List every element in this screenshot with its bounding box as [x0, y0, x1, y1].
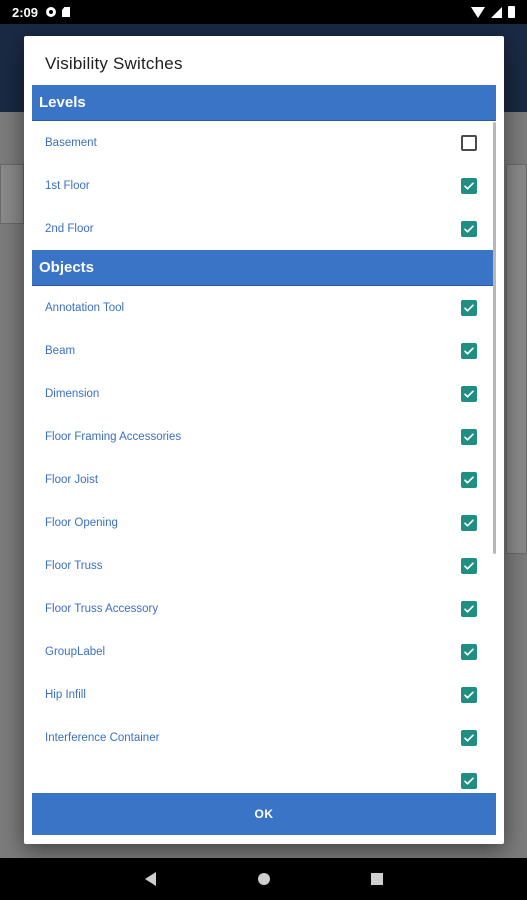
background-panel-left	[0, 164, 24, 224]
navigation-bar	[0, 858, 527, 900]
visibility-row[interactable]: 1st Floor	[32, 164, 496, 207]
visibility-row-label: Floor Truss Accessory	[45, 602, 159, 615]
section-header-objects: Objects	[32, 250, 496, 286]
visibility-row-label: Floor Joist	[45, 473, 99, 486]
visibility-row[interactable]: Floor Truss Accessory	[32, 587, 496, 630]
checked-checkbox[interactable]	[461, 471, 477, 488]
sdcard-icon	[62, 7, 71, 17]
visibility-row[interactable]: 2nd Floor	[32, 207, 496, 250]
visibility-row-label: Floor Opening	[45, 516, 118, 529]
visibility-row[interactable]: Interference Container	[32, 716, 496, 759]
visibility-row[interactable]: Floor Opening	[32, 501, 496, 544]
visibility-row-label: Basement	[45, 136, 97, 149]
visibility-row-label: Floor Truss	[45, 559, 103, 572]
status-time: 2:09	[12, 4, 39, 20]
visibility-row[interactable]: Beam	[32, 329, 496, 372]
scrollbar[interactable]	[493, 122, 496, 554]
unchecked-checkbox[interactable]	[461, 134, 477, 151]
visibility-row-label: Dimension	[45, 387, 100, 400]
visibility-row-label: 2nd Floor	[45, 222, 94, 235]
checked-checkbox[interactable]	[461, 686, 477, 703]
visibility-row[interactable]: Dimension	[32, 372, 496, 415]
visibility-row-label: Beam	[45, 344, 76, 357]
checked-checkbox[interactable]	[461, 729, 477, 746]
recents-icon[interactable]	[371, 873, 383, 885]
visibility-row[interactable]: Floor Truss	[32, 544, 496, 587]
checked-checkbox[interactable]	[461, 428, 477, 445]
checked-checkbox[interactable]	[461, 342, 477, 359]
visibility-row[interactable]: Basement	[32, 121, 496, 164]
checked-checkbox[interactable]	[461, 643, 477, 660]
visibility-row-label: Annotation Tool	[45, 301, 125, 314]
visibility-row[interactable]: Floor Framing Accessories	[32, 415, 496, 458]
section-header-levels: Levels	[32, 85, 496, 121]
visibility-row-label: Floor Framing Accessories	[45, 430, 182, 443]
visibility-dialog: Visibility Switches Levels Basement 1st Fl…	[24, 36, 504, 844]
visibility-row[interactable]: Annotation Tool	[32, 286, 496, 329]
checked-checkbox[interactable]	[461, 220, 477, 237]
visibility-list[interactable]: Levels Basement 1st Floor 2nd Floor Objects A…	[32, 85, 496, 811]
checked-checkbox[interactable]	[461, 514, 477, 531]
checked-checkbox[interactable]	[461, 600, 477, 617]
visibility-row-label: Interference Container	[45, 731, 160, 744]
checked-checkbox[interactable]	[461, 772, 477, 789]
checked-checkbox[interactable]	[461, 177, 477, 194]
visibility-row[interactable]: GroupLabel	[32, 630, 496, 673]
checked-checkbox[interactable]	[461, 557, 477, 574]
background-panel-right	[506, 164, 527, 554]
status-bar: 2:09	[0, 0, 527, 24]
visibility-row-label: 1st Floor	[45, 179, 90, 192]
visibility-row[interactable]: Floor Joist	[32, 458, 496, 501]
visibility-row[interactable]: Hip Infill	[32, 673, 496, 716]
checked-checkbox[interactable]	[461, 385, 477, 402]
ok-button[interactable]: OK	[32, 793, 496, 835]
signal-icon	[491, 6, 502, 18]
gear-icon	[46, 7, 57, 17]
visibility-row-label: Hip Infill	[45, 688, 86, 701]
home-icon[interactable]	[258, 873, 270, 885]
wifi-icon	[471, 6, 485, 18]
back-icon[interactable]	[145, 872, 156, 886]
battery-icon	[508, 6, 515, 18]
visibility-row-label: GroupLabel	[45, 645, 106, 658]
dialog-title: Visibility Switches	[45, 54, 183, 73]
checked-checkbox[interactable]	[461, 299, 477, 316]
